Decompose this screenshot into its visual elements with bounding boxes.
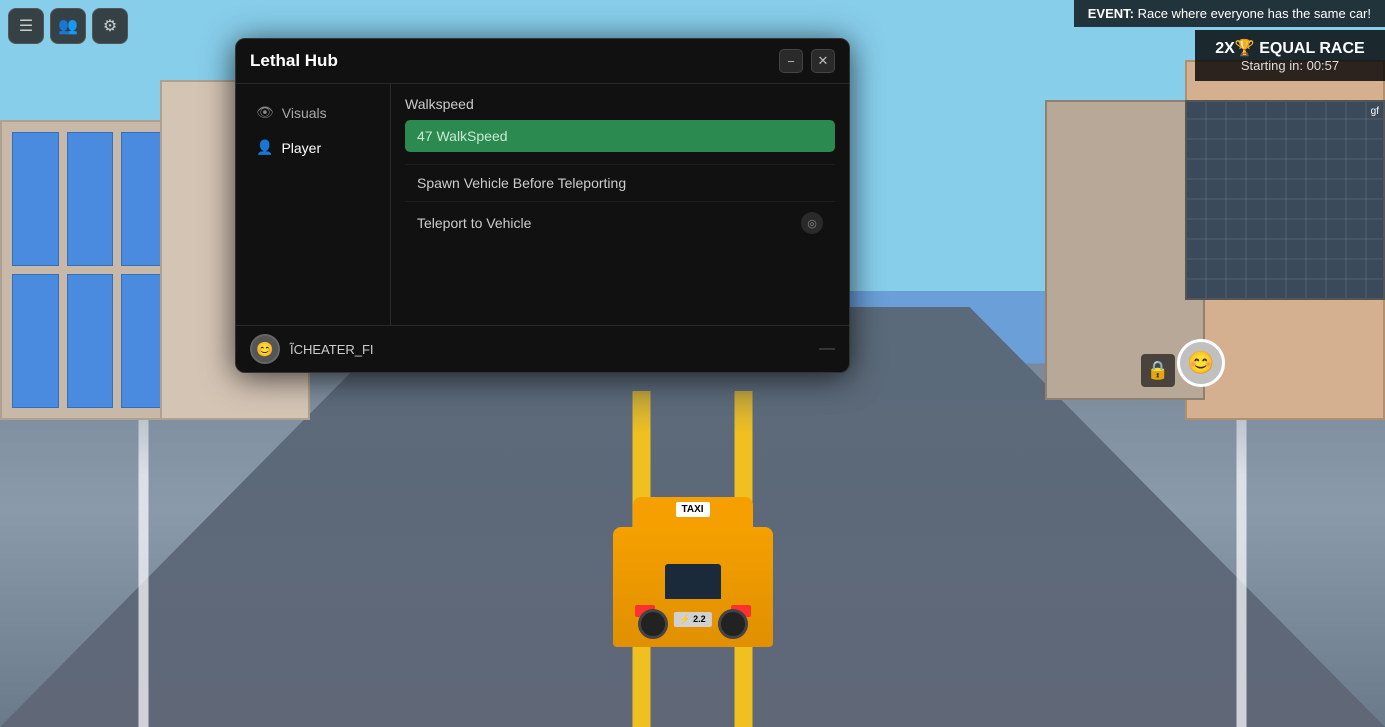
modal-footer: 😊 ĨCHEATER_FI — (236, 325, 849, 372)
footer-avatar: 😊 (250, 334, 280, 364)
teleport-icon-badge: ◎ (801, 212, 823, 234)
menu-button[interactable]: ☰ (8, 8, 44, 44)
window (12, 132, 59, 266)
lock-icon: 🔒 (1147, 360, 1169, 380)
event-banner: EVENT: Race where everyone has the same … (1074, 0, 1385, 27)
fingerprint-icon: ◎ (807, 217, 817, 230)
building-1-windows (12, 132, 168, 408)
sidebar-label-visuals: Visuals (282, 105, 327, 121)
modal-controls: − ✕ (779, 49, 835, 73)
footer-avatar-icon: 😊 (256, 341, 273, 358)
settings-button[interactable]: ⚙ (92, 8, 128, 44)
minimize-icon: − (787, 54, 795, 69)
modal-title: Lethal Hub (250, 51, 338, 71)
players-icon: 👥 (58, 16, 78, 36)
race-box: 2X🏆 EQUAL RACE Starting in: 00:57 (1195, 30, 1385, 81)
modal-titlebar: Lethal Hub − ✕ (236, 39, 849, 84)
taxi-sign: TAXI (675, 502, 709, 517)
taxi-body: ⚡ 2.2 (613, 527, 773, 647)
gear-icon: ⚙ (103, 16, 117, 36)
teleport-vehicle-row[interactable]: Teleport to Vehicle ◎ (405, 201, 835, 244)
eye-icon: 👁 (256, 104, 274, 121)
building-1 (0, 120, 180, 420)
footer-dash[interactable]: — (819, 340, 835, 358)
footer-username: ĨCHEATER_FI (290, 342, 374, 357)
avatar-container: 😊 (1177, 339, 1225, 387)
spawn-vehicle-row[interactable]: Spawn Vehicle Before Teleporting (405, 164, 835, 201)
window (67, 274, 114, 408)
modal-content: Walkspeed Spawn Vehicle Before Teleporti… (391, 84, 849, 325)
race-title: 2X🏆 EQUAL RACE (1213, 38, 1367, 58)
window (12, 274, 59, 408)
modal-sidebar: 👁 Visuals 👤 Player (236, 84, 391, 325)
teleport-vehicle-label: Teleport to Vehicle (417, 215, 531, 231)
taxi-windshield (665, 564, 721, 599)
minimap-username: gf (1371, 106, 1379, 117)
menu-icon: ☰ (19, 16, 33, 36)
sidebar-item-player[interactable]: 👤 Player (242, 131, 384, 164)
minimap-inner: gf (1187, 102, 1383, 298)
walkspeed-label: Walkspeed (405, 96, 835, 112)
minimap: gf (1185, 100, 1385, 300)
top-bar-left: ☰ 👥 ⚙ (8, 8, 128, 44)
avatar-icon: 😊 (1187, 350, 1214, 376)
minimize-button[interactable]: − (779, 49, 803, 73)
race-timer: Starting in: 00:57 (1213, 58, 1367, 73)
sidebar-label-player: Player (281, 140, 321, 156)
close-button[interactable]: ✕ (811, 49, 835, 73)
taxi-plate: ⚡ 2.2 (673, 612, 711, 627)
players-button[interactable]: 👥 (50, 8, 86, 44)
window (67, 132, 114, 266)
modal-body: 👁 Visuals 👤 Player Walkspeed Spawn Vehic… (236, 84, 849, 325)
walkspeed-input[interactable] (405, 120, 835, 152)
person-icon: 👤 (256, 139, 273, 156)
event-label: EVENT: (1088, 6, 1134, 21)
taxi-wheel-right (718, 609, 748, 639)
event-text: Race where everyone has the same car! (1138, 6, 1371, 21)
lock-icon-container: 🔒 (1141, 354, 1175, 387)
taxi-wheel-left (638, 609, 668, 639)
lethal-hub-modal: Lethal Hub − ✕ 👁 Visuals 👤 Player (235, 38, 850, 373)
sidebar-item-visuals[interactable]: 👁 Visuals (242, 96, 384, 129)
walkspeed-input-container (405, 120, 835, 152)
taxi-car: TAXI ⚡ 2.2 (593, 467, 793, 667)
spawn-vehicle-label: Spawn Vehicle Before Teleporting (417, 175, 626, 191)
close-icon: ✕ (818, 53, 829, 69)
